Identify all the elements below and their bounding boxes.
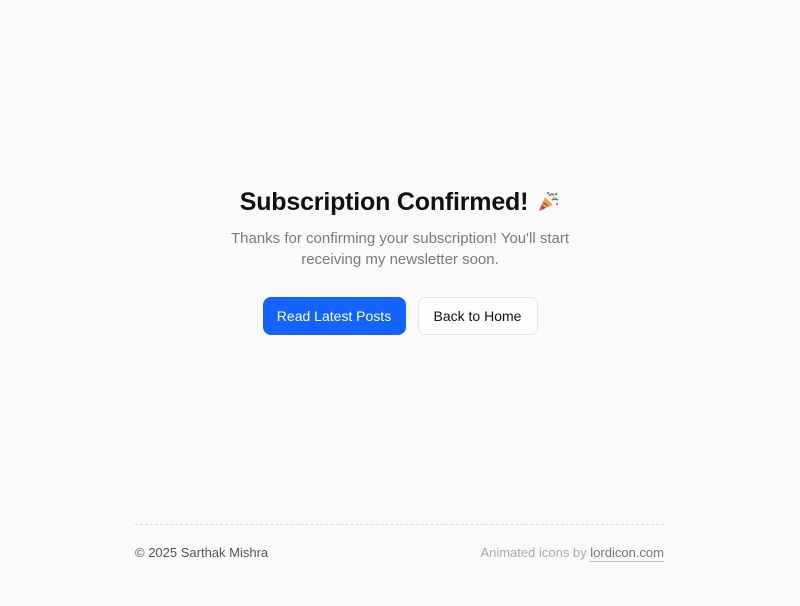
copyright-text: © 2025 Sarthak Mishra <box>135 545 269 560</box>
read-latest-posts-button[interactable]: Read Latest Posts <box>262 297 406 335</box>
hero-section: Subscription Confirmed! Thanks for confi… <box>0 186 800 335</box>
lordicon-link[interactable]: lordicon.com <box>590 545 664 562</box>
party-popper-icon <box>536 190 560 214</box>
icon-credit-prefix: Animated icons by <box>480 545 587 560</box>
back-to-home-button[interactable]: Back to Home <box>417 297 538 335</box>
confirmation-message: Thanks for confirming your subscription!… <box>230 230 570 268</box>
action-buttons: Read Latest Posts Back to Home <box>0 297 800 335</box>
footer: © 2025 Sarthak Mishra Animated icons by … <box>135 524 664 562</box>
page-title: Subscription Confirmed! <box>240 186 560 218</box>
page-title-text: Subscription Confirmed! <box>239 188 529 216</box>
confirmation-page: Subscription Confirmed! Thanks for confi… <box>0 0 800 606</box>
icon-credit: Animated icons by lordicon.com <box>480 545 664 562</box>
